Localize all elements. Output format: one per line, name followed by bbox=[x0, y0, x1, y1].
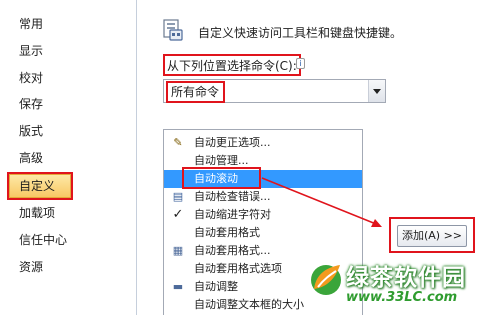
list-item-auto-check-errors[interactable]: ▤ 自动检查错误... bbox=[164, 188, 362, 206]
list-item-label: 自动缩进字符对 bbox=[194, 208, 271, 221]
chevron-down-icon[interactable] bbox=[368, 80, 385, 102]
sidebar-item-advanced[interactable]: 高级 bbox=[0, 146, 136, 170]
adjust-icon: ▬ bbox=[172, 280, 184, 293]
list-item-auto-indent-pairs[interactable]: ✓ 自动缩进字符对 bbox=[164, 206, 362, 224]
watermark-url: www.33LC.com bbox=[346, 290, 458, 305]
info-icon: i bbox=[296, 58, 305, 69]
list-item-label: 自动检查错误... bbox=[194, 190, 271, 203]
customize-toolbar-icon bbox=[163, 19, 183, 41]
list-item-label: 自动套用格式 bbox=[194, 226, 260, 239]
dropdown-selected-value: 所有命令 bbox=[166, 81, 226, 103]
selected-item-highlight bbox=[182, 167, 261, 189]
page-title: 自定义快速访问工具栏和键盘快捷键。 bbox=[198, 26, 403, 40]
sidebar-item-save[interactable]: 保存 bbox=[0, 92, 136, 116]
choose-commands-label: 从下列位置选择命令(C): bbox=[163, 54, 301, 76]
list-item-autoformat-dialog[interactable]: ▦ 自动套用格式... bbox=[164, 242, 362, 260]
sidebar-item-proofing[interactable]: 校对 bbox=[0, 66, 136, 90]
list-item-label: 自动套用格式选项 bbox=[194, 262, 282, 275]
sidebar-item-resources[interactable]: 资源 bbox=[0, 255, 136, 279]
sidebar-item-display[interactable]: 显示 bbox=[0, 39, 136, 63]
watermark-name: 绿茶软件园 bbox=[346, 265, 466, 291]
list-item-label: 自动调整文本框的大小 bbox=[194, 298, 304, 311]
options-sidebar: 常用 显示 校对 保存 版式 高级 自定义 加载项 信任中心 资源 bbox=[0, 0, 137, 315]
check-errors-icon: ▤ bbox=[172, 190, 184, 203]
sidebar-item-customize[interactable]: 自定义 bbox=[7, 172, 73, 200]
autocorrect-icon: ✎ bbox=[173, 136, 183, 149]
choose-commands-dropdown[interactable]: 所有命令 bbox=[163, 79, 386, 103]
list-item-label: 自动套用格式... bbox=[194, 244, 271, 257]
autoformat-icon: ▦ bbox=[172, 244, 184, 257]
watermark-logo-icon bbox=[311, 265, 341, 295]
sidebar-item-layout[interactable]: 版式 bbox=[0, 119, 136, 143]
sidebar-item-trust-center[interactable]: 信任中心 bbox=[0, 228, 136, 252]
checkmark-icon: ✓ bbox=[172, 207, 184, 222]
sidebar-item-common[interactable]: 常用 bbox=[0, 12, 136, 36]
list-item-autoformat[interactable]: 自动套用格式 bbox=[164, 224, 362, 242]
list-item-label: 自动更正选项... bbox=[194, 136, 271, 149]
list-item-autocorrect-options[interactable]: ✎ 自动更正选项... bbox=[164, 134, 362, 152]
add-button[interactable]: 添加(A) >> bbox=[397, 225, 467, 247]
list-item-label: 自动管理... bbox=[194, 154, 249, 167]
add-button-highlight: 添加(A) >> bbox=[389, 217, 475, 253]
list-item-label: 自动调整 bbox=[194, 280, 238, 293]
sidebar-item-add-ins[interactable]: 加载项 bbox=[0, 201, 136, 225]
